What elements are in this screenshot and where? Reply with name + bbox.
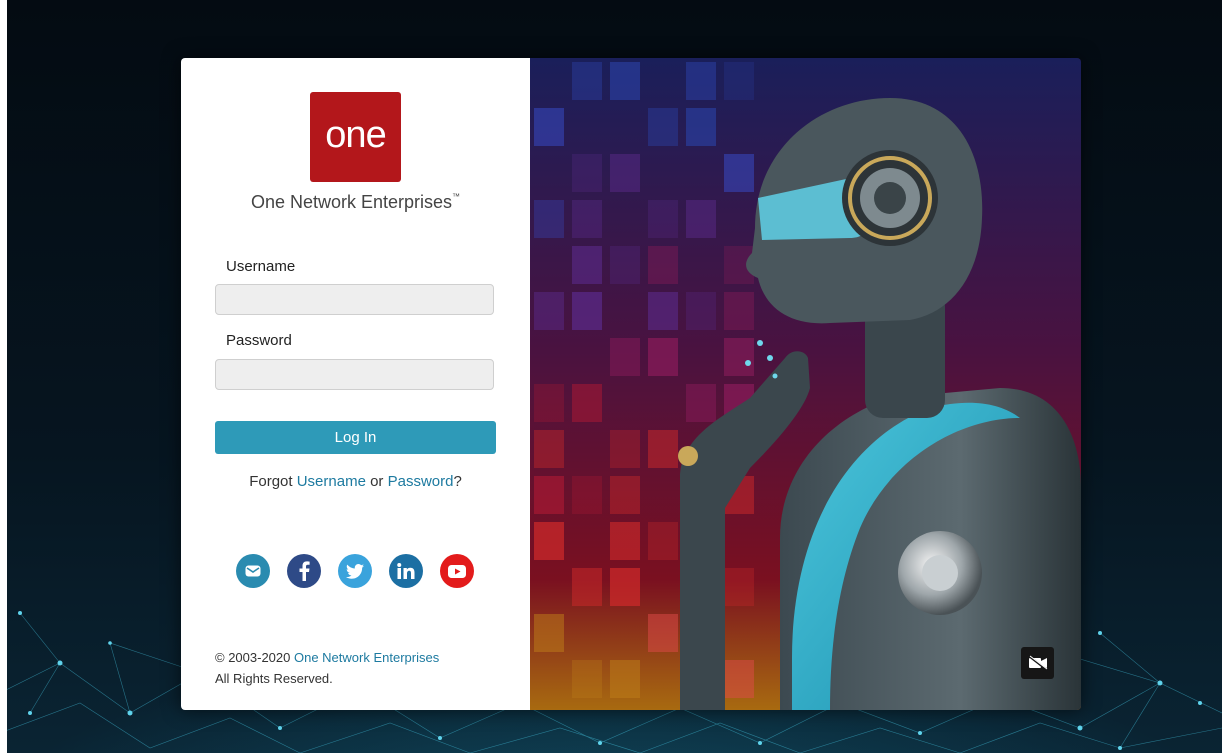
company-link[interactable]: One Network Enterprises [294,650,439,665]
email-icon[interactable] [236,554,270,588]
forgot-middle: or [365,473,388,490]
forgot-credentials: Forgot Username or Password? [181,473,530,490]
twitter-icon[interactable] [338,554,372,588]
copyright: © 2003-2020 One Network Enterprises All … [215,647,439,689]
copyright-prefix: © 2003-2020 [215,650,294,665]
login-button[interactable]: Log In [215,421,496,454]
trademark-symbol: ™ [452,192,461,201]
social-links [236,554,474,588]
robot-illustration [530,58,1081,710]
video-off-icon[interactable] [1021,647,1054,679]
logo-text: one [325,113,386,156]
forgot-prefix: Forgot [249,473,297,490]
company-name: One Network Enterprises™ [181,192,530,213]
rights-reserved: All Rights Reserved. [215,671,333,686]
password-input[interactable] [215,359,494,390]
company-logo: one [310,92,401,182]
linkedin-icon[interactable] [389,554,423,588]
forgot-username-link[interactable]: Username [297,473,366,490]
hero-image [530,58,1081,710]
facebook-icon[interactable] [287,554,321,588]
company-name-text: One Network Enterprises [250,192,453,212]
username-input[interactable] [215,284,494,315]
youtube-icon[interactable] [440,554,474,588]
forgot-suffix: ? [453,473,462,490]
login-card: one One Network Enterprises™ Username Pa… [181,58,1081,710]
copyright-line: © 2003-2020 One Network Enterprises [215,647,439,668]
forgot-password-link[interactable]: Password [388,473,454,490]
login-panel: one One Network Enterprises™ Username Pa… [181,58,530,710]
password-label: Password [226,332,292,349]
username-label: Username [226,258,296,275]
left-edge [0,0,7,753]
